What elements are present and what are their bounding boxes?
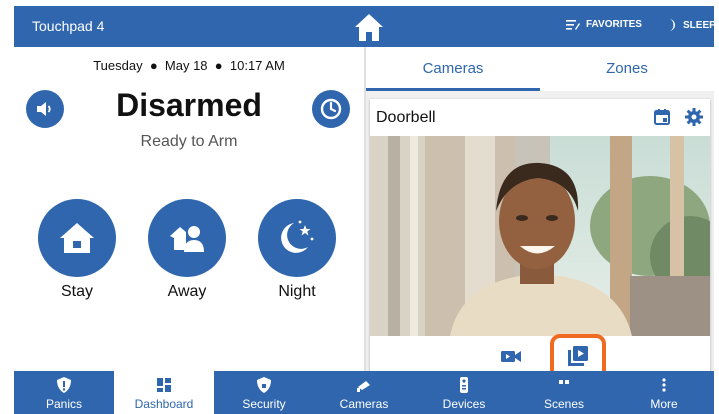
- cameras-panel: Cameras Zones Doorbell: [366, 47, 714, 384]
- separator-dot: ●: [146, 58, 162, 73]
- camera-feed[interactable]: [370, 136, 710, 336]
- device-title: Touchpad 4: [32, 18, 105, 34]
- nav-cameras-label: Cameras: [339, 397, 389, 411]
- home-button[interactable]: [352, 10, 386, 44]
- shield-icon: [257, 377, 271, 393]
- arm-night-button[interactable]: [258, 199, 336, 277]
- video-camera-icon: [501, 351, 521, 362]
- arm-away-label: Away: [167, 283, 207, 300]
- favorites-button[interactable]: FAVORITES: [566, 19, 642, 30]
- calendar-button[interactable]: [652, 107, 674, 129]
- separator-dot: ●: [211, 58, 227, 73]
- doorbell-video-frame: [370, 136, 710, 336]
- nav-dashboard[interactable]: Dashboard: [114, 371, 214, 414]
- arm-stay-label: Stay: [60, 283, 93, 300]
- nav-scenes[interactable]: Scenes: [514, 371, 614, 414]
- arm-stay-button[interactable]: [38, 199, 116, 277]
- date-text: May 18: [164, 58, 208, 73]
- favorites-label: FAVORITES: [586, 19, 642, 30]
- favorites-icon: [566, 20, 580, 30]
- nav-cameras[interactable]: Cameras: [314, 371, 414, 414]
- calendar-icon: [654, 109, 670, 125]
- nav-more-label: More: [650, 397, 678, 411]
- arm-away-button[interactable]: [148, 199, 226, 277]
- status-panel: Tuesday ● May 18 ● 10:17 AM Disarmed Rea…: [14, 47, 364, 371]
- moon-icon: [669, 19, 675, 31]
- gear-icon: [685, 108, 703, 126]
- record-clip-button[interactable]: [496, 344, 526, 368]
- sleep-button[interactable]: SLEEP: [667, 19, 716, 31]
- nav-security-label: Security: [242, 397, 286, 411]
- time-text: 10:17 AM: [229, 58, 285, 73]
- camera-card: Doorbell: [370, 99, 710, 384]
- nav-devices-label: Devices: [442, 397, 486, 411]
- camera-icon: [357, 381, 370, 392]
- tab-zones-label: Zones: [606, 60, 648, 77]
- nav-more[interactable]: More: [614, 371, 714, 414]
- nav-panics[interactable]: Panics: [14, 371, 114, 414]
- nav-dashboard-label: Dashboard: [134, 397, 194, 411]
- remote-icon: [460, 377, 468, 393]
- moon-icon: [281, 220, 314, 253]
- arm-substatus: Ready to Arm: [140, 133, 238, 150]
- day-text: Tuesday: [93, 58, 143, 73]
- tab-zones[interactable]: Zones: [540, 47, 714, 91]
- date-time-row: Tuesday ● May 18 ● 10:17 AM: [14, 58, 364, 73]
- more-icon: [662, 378, 666, 392]
- grid-icon: [157, 378, 171, 392]
- sleep-label: SLEEP: [683, 19, 716, 31]
- history-button[interactable]: [312, 90, 350, 128]
- nav-security[interactable]: Security: [214, 371, 314, 414]
- camera-settings-button[interactable]: [684, 107, 706, 129]
- arm-night-label: Night: [278, 283, 316, 300]
- house-icon: [60, 223, 94, 253]
- tab-cameras[interactable]: Cameras: [366, 47, 540, 91]
- scenes-icon: [559, 380, 569, 384]
- nav-scenes-label: Scenes: [543, 397, 585, 411]
- top-bar: Touchpad 4 FAVORITES SLEEP: [14, 6, 716, 47]
- camera-name: Doorbell: [376, 109, 436, 126]
- nav-devices[interactable]: Devices: [414, 371, 514, 414]
- home-icon: [355, 14, 383, 41]
- tab-cameras-label: Cameras: [422, 60, 484, 77]
- bottom-nav: Panics Dashboard Security Cameras Device…: [14, 371, 714, 414]
- people-icon: [170, 226, 204, 252]
- nav-panics-label: Panics: [45, 397, 83, 411]
- clock-icon: [320, 98, 342, 120]
- shield-alert-icon: [57, 377, 71, 393]
